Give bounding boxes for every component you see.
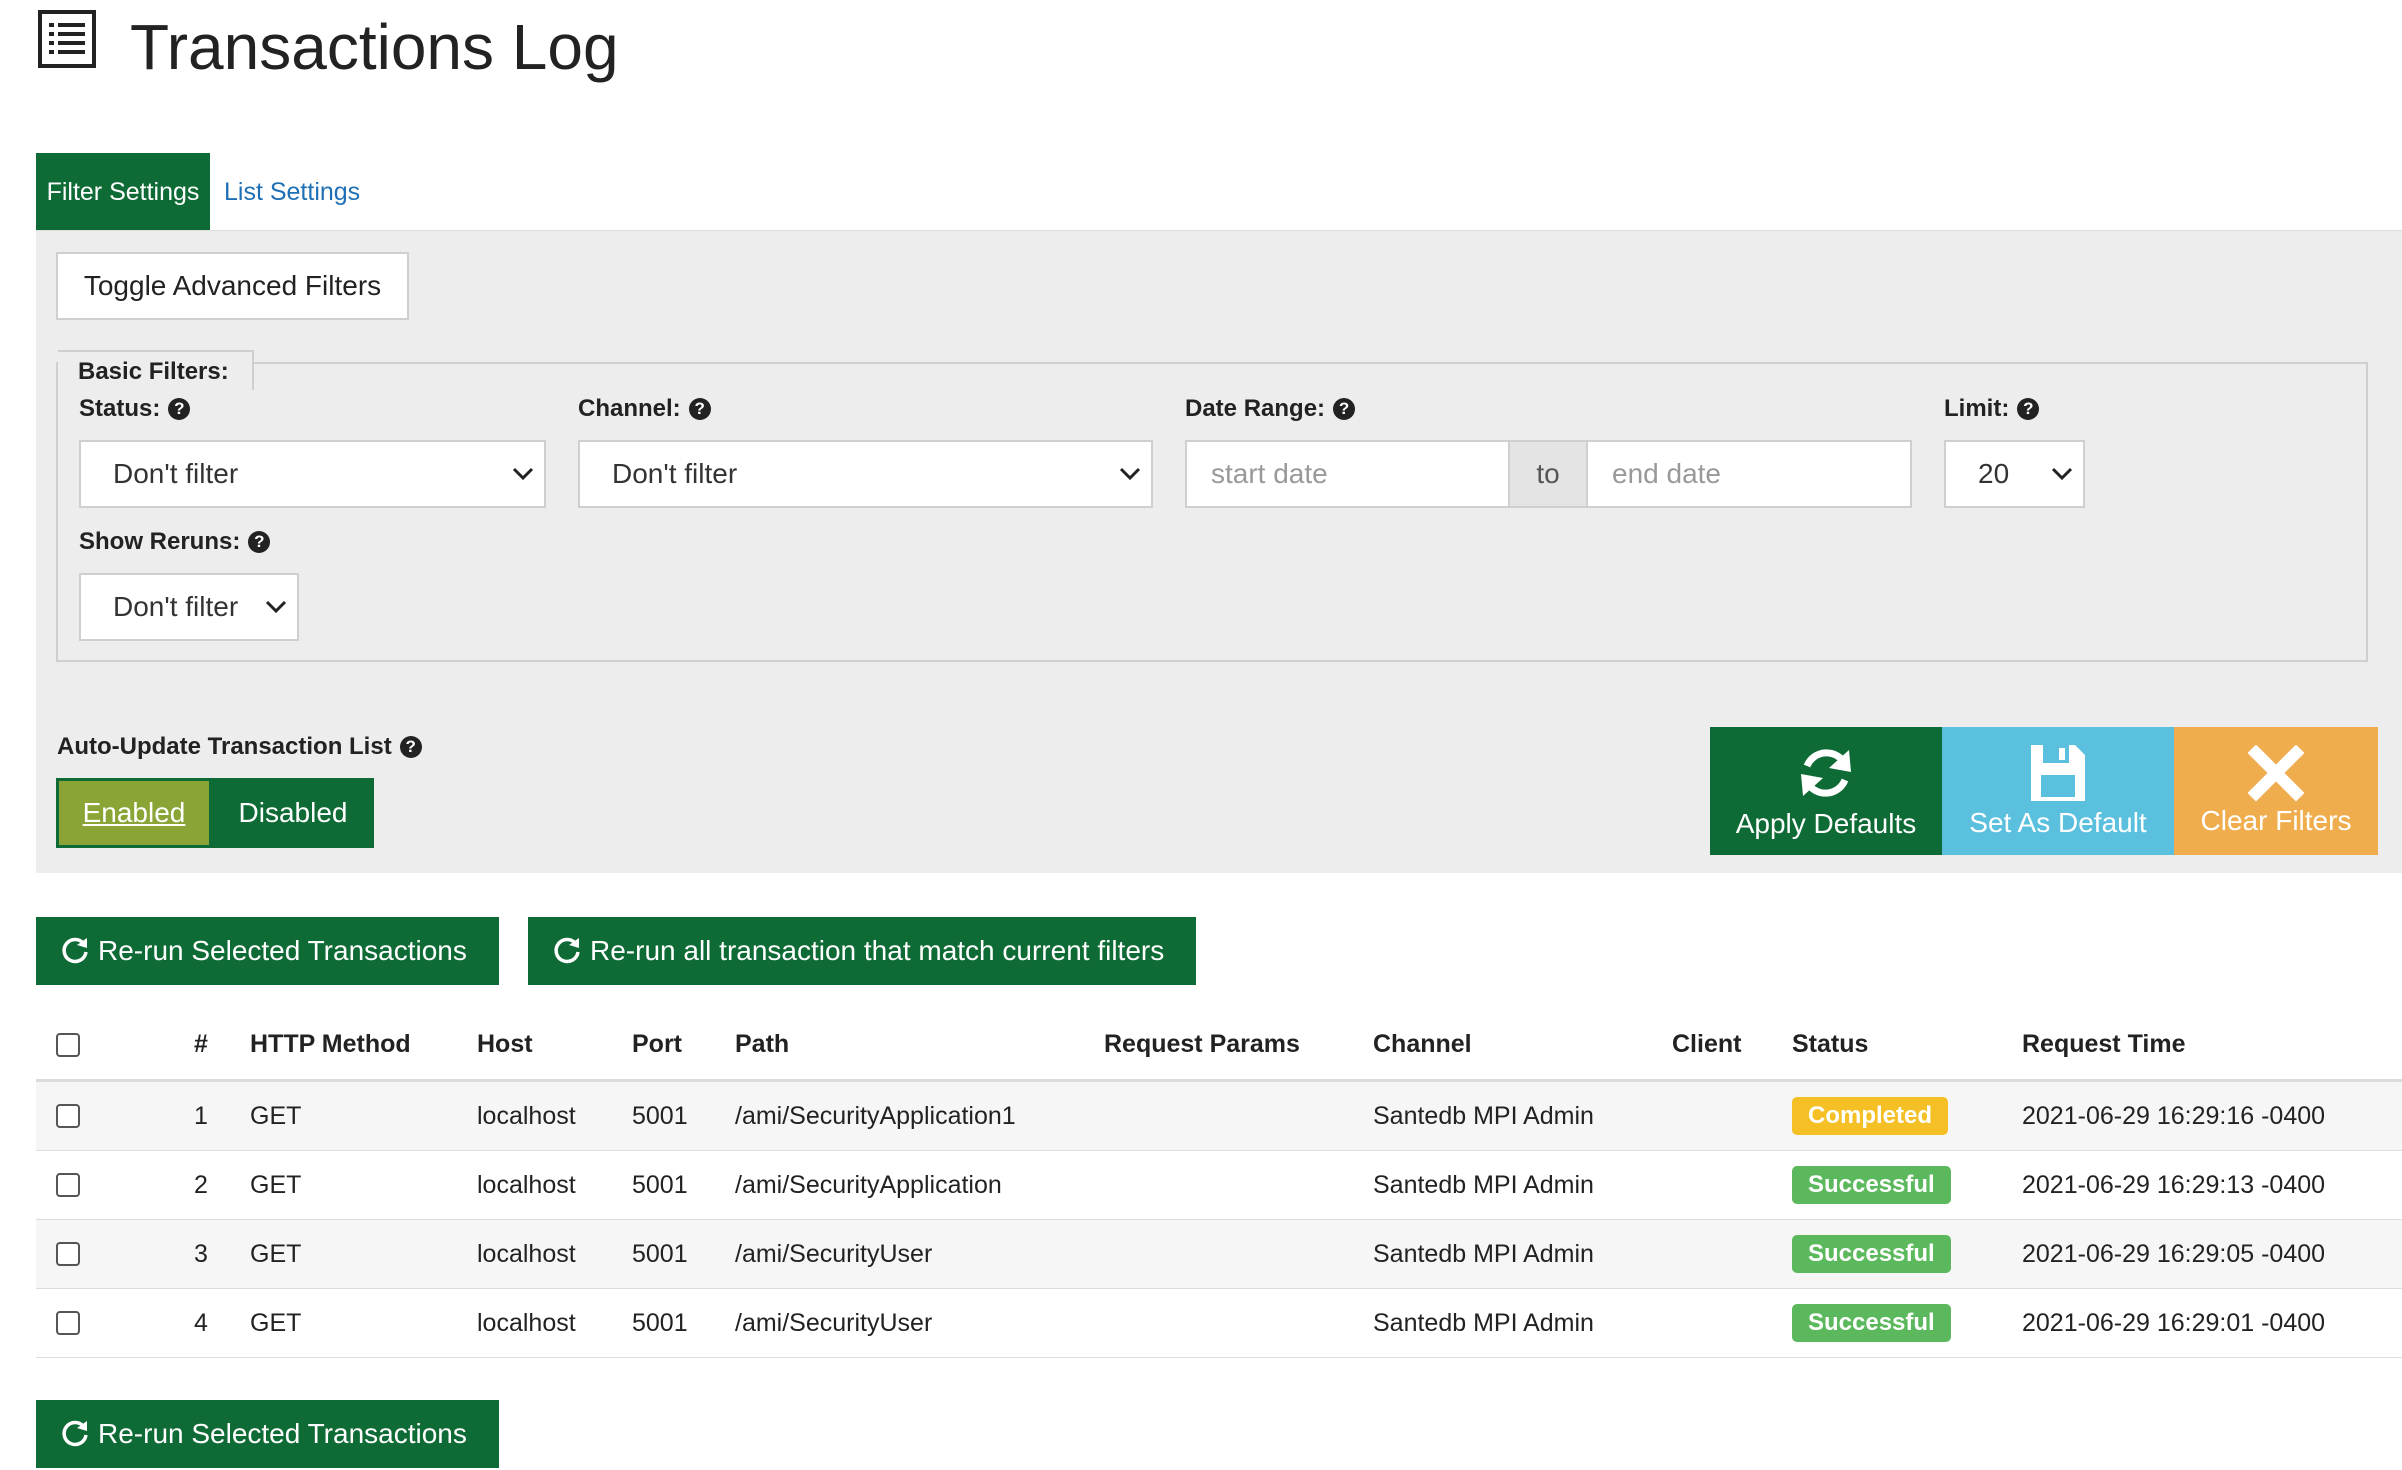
question-circle-icon[interactable]: ? <box>2017 398 2040 420</box>
row-host: localhost <box>477 1308 576 1337</box>
date-range-separator: to <box>1508 440 1588 508</box>
show-reruns-label: Show Reruns: ? <box>79 528 271 556</box>
question-circle-icon[interactable]: ? <box>399 736 422 758</box>
row-num: 4 <box>194 1308 208 1337</box>
header-channel[interactable]: Channel <box>1373 1010 1472 1079</box>
header-host[interactable]: Host <box>477 1010 533 1079</box>
header-num[interactable]: # <box>194 1010 208 1079</box>
tab-filter-settings[interactable]: Filter Settings <box>36 153 210 231</box>
table-row[interactable]: 3 GET localhost 5001 /ami/SecurityUser S… <box>36 1220 2402 1289</box>
row-method: GET <box>250 1101 302 1130</box>
rerun-selected-bottom-button[interactable]: Re-run Selected Transactions <box>36 1400 499 1468</box>
transactions-table: # HTTP Method Host Port Path Request Par… <box>36 1010 2402 1358</box>
row-method: GET <box>250 1239 302 1268</box>
basic-filters-legend: Basic Filters: <box>58 350 254 390</box>
end-date-input[interactable]: end date <box>1586 440 1912 508</box>
auto-update-disabled-button[interactable]: Disabled <box>212 778 374 848</box>
row-host: localhost <box>477 1101 576 1130</box>
channel-select[interactable]: Don't filter <box>578 440 1153 508</box>
row-channel: Santedb MPI Admin <box>1373 1170 1594 1199</box>
row-time: 2021-06-29 16:29:05 -0400 <box>2022 1239 2326 1268</box>
chevron-down-icon <box>1119 467 1141 481</box>
auto-update-label: Auto-Update Transaction List ? <box>57 733 422 761</box>
row-num: 3 <box>194 1239 208 1268</box>
rotate-icon <box>554 937 580 964</box>
row-checkbox[interactable] <box>56 1104 80 1128</box>
page-title: Transactions Log <box>130 11 619 83</box>
chevron-down-icon <box>265 600 287 614</box>
row-checkbox[interactable] <box>56 1311 80 1335</box>
row-port: 5001 <box>632 1170 688 1199</box>
table-header-row: # HTTP Method Host Port Path Request Par… <box>36 1010 2402 1082</box>
toggle-advanced-filters-button[interactable]: Toggle Advanced Filters <box>56 252 409 320</box>
show-reruns-select[interactable]: Don't filter <box>79 573 299 641</box>
row-num: 2 <box>194 1170 208 1199</box>
row-channel: Santedb MPI Admin <box>1373 1101 1594 1130</box>
status-filter-label: Status: ? <box>79 395 191 423</box>
header-port[interactable]: Port <box>632 1010 682 1079</box>
header-path[interactable]: Path <box>735 1010 789 1079</box>
status-badge: Successful <box>1792 1235 1951 1273</box>
status-select[interactable]: Don't filter <box>79 440 546 508</box>
set-as-default-button[interactable]: Set As Default <box>1942 727 2174 855</box>
row-method: GET <box>250 1308 302 1337</box>
limit-select[interactable]: 20 <box>1944 440 2085 508</box>
rotate-icon <box>62 1420 88 1447</box>
status-badge: Successful <box>1792 1304 1951 1342</box>
row-channel: Santedb MPI Admin <box>1373 1308 1594 1337</box>
rerun-all-matching-button[interactable]: Re-run all transaction that match curren… <box>528 917 1196 985</box>
row-channel: Santedb MPI Admin <box>1373 1239 1594 1268</box>
floppy-disk-icon <box>2031 745 2085 801</box>
question-circle-icon[interactable]: ? <box>248 531 271 553</box>
limit-label: Limit: ? <box>1944 395 2040 423</box>
rotate-icon <box>62 937 88 964</box>
question-circle-icon[interactable]: ? <box>168 398 191 420</box>
row-time: 2021-06-29 16:29:13 -0400 <box>2022 1170 2326 1199</box>
row-checkbox[interactable] <box>56 1173 80 1197</box>
status-badge: Completed <box>1792 1097 1949 1135</box>
row-method: GET <box>250 1170 302 1199</box>
question-circle-icon[interactable]: ? <box>1333 398 1356 420</box>
row-time: 2021-06-29 16:29:16 -0400 <box>2022 1101 2326 1130</box>
table-row[interactable]: 2 GET localhost 5001 /ami/SecurityApplic… <box>36 1151 2402 1220</box>
row-num: 1 <box>194 1101 208 1130</box>
table-row[interactable]: 4 GET localhost 5001 /ami/SecurityUser S… <box>36 1289 2402 1358</box>
header-method[interactable]: HTTP Method <box>250 1010 411 1079</box>
refresh-icon <box>1801 749 1851 797</box>
question-circle-icon[interactable]: ? <box>688 398 711 420</box>
row-port: 5001 <box>632 1239 688 1268</box>
chevron-down-icon <box>2051 467 2073 481</box>
auto-update-enabled-button[interactable]: Enabled <box>56 778 212 848</box>
tab-list-settings[interactable]: List Settings <box>224 153 360 231</box>
rerun-selected-button[interactable]: Re-run Selected Transactions <box>36 917 499 985</box>
row-path: /ami/SecurityApplication <box>735 1170 1002 1199</box>
table-row[interactable]: 1 GET localhost 5001 /ami/SecurityApplic… <box>36 1082 2402 1151</box>
row-checkbox[interactable] <box>56 1242 80 1266</box>
status-badge: Successful <box>1792 1166 1951 1204</box>
apply-defaults-button[interactable]: Apply Defaults <box>1710 727 1942 855</box>
chevron-down-icon <box>512 467 534 481</box>
header-status[interactable]: Status <box>1792 1010 1868 1079</box>
row-path: /ami/SecurityApplication1 <box>735 1101 1016 1130</box>
clear-filters-button[interactable]: Clear Filters <box>2174 727 2378 855</box>
header-time[interactable]: Request Time <box>2022 1010 2185 1079</box>
row-host: localhost <box>477 1170 576 1199</box>
header-params[interactable]: Request Params <box>1104 1010 1300 1079</box>
x-icon <box>2248 745 2304 801</box>
date-range-label: Date Range: ? <box>1185 395 1356 423</box>
header-client[interactable]: Client <box>1672 1010 1741 1079</box>
row-port: 5001 <box>632 1308 688 1337</box>
start-date-input[interactable]: start date <box>1185 440 1510 508</box>
list-icon <box>38 10 96 68</box>
select-all-checkbox[interactable] <box>56 1032 80 1057</box>
row-path: /ami/SecurityUser <box>735 1308 933 1337</box>
row-port: 5001 <box>632 1101 688 1130</box>
row-host: localhost <box>477 1239 576 1268</box>
row-path: /ami/SecurityUser <box>735 1239 933 1268</box>
channel-filter-label: Channel: ? <box>578 395 711 423</box>
row-time: 2021-06-29 16:29:01 -0400 <box>2022 1308 2326 1337</box>
